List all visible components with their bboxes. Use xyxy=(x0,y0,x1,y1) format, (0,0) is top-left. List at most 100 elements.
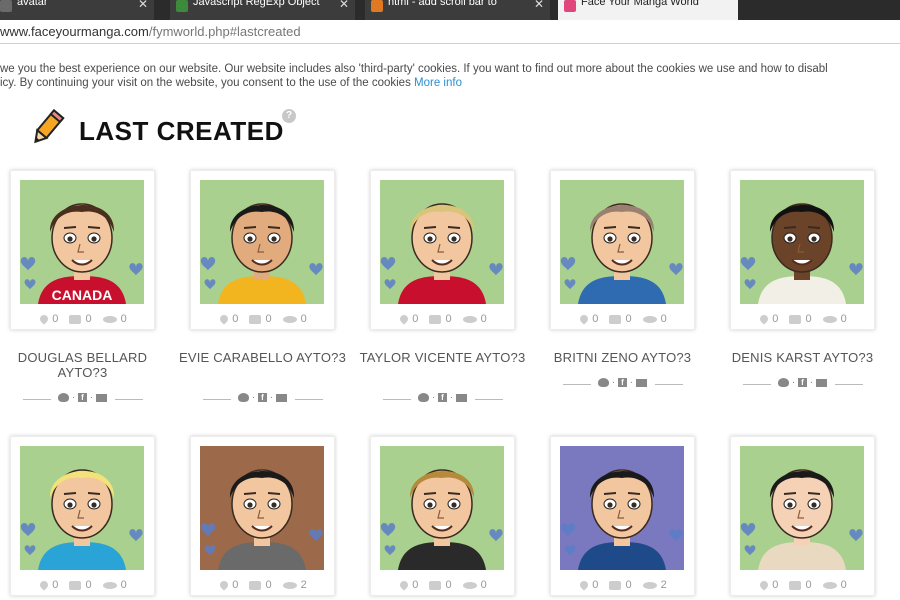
avatar-card[interactable]: 0 0 0 xyxy=(370,170,515,330)
likes-stat[interactable]: 0 xyxy=(398,579,418,591)
facebook-icon[interactable]: f xyxy=(798,378,807,387)
twitter-icon[interactable] xyxy=(58,393,70,402)
likes-stat[interactable]: 0 xyxy=(578,579,598,591)
avatar-image[interactable] xyxy=(380,180,504,304)
facebook-icon[interactable]: f xyxy=(618,378,627,387)
likes-stat[interactable]: 0 xyxy=(218,313,238,325)
avatar-card[interactable]: 0 0 0 xyxy=(190,170,335,330)
mail-icon[interactable] xyxy=(455,393,467,402)
comment-icon xyxy=(249,580,262,590)
comments-stat[interactable]: 0 xyxy=(249,579,272,591)
views-count: 0 xyxy=(660,313,667,325)
views-count: 2 xyxy=(660,579,667,591)
comments-stat[interactable]: 0 xyxy=(609,579,632,591)
avatar-stats: 0 0 0 xyxy=(371,579,516,591)
avatar-name[interactable]: BRITNI ZENO AYTO?3 xyxy=(538,350,708,365)
likes-stat[interactable]: 0 xyxy=(758,579,778,591)
comments-stat[interactable]: 0 xyxy=(789,313,812,325)
eye-icon xyxy=(822,581,837,589)
comment-icon xyxy=(429,580,442,590)
close-icon[interactable]: ✕ xyxy=(339,0,349,10)
facebook-icon[interactable]: f xyxy=(438,393,447,402)
comments-stat[interactable]: 0 xyxy=(429,579,452,591)
avatar-name[interactable]: EVIE CARABELLO AYTO?3 xyxy=(178,350,348,365)
twitter-icon[interactable] xyxy=(598,378,610,387)
heart-icon xyxy=(398,313,410,325)
avatar-card[interactable]: 0 0 0 xyxy=(370,436,515,596)
comments-stat[interactable]: 0 xyxy=(249,313,272,325)
avatar-image[interactable] xyxy=(20,446,144,570)
avatar-image[interactable] xyxy=(740,180,864,304)
likes-stat[interactable]: 0 xyxy=(758,313,778,325)
eye-icon xyxy=(822,315,837,323)
mail-icon[interactable] xyxy=(95,393,107,402)
likes-stat[interactable]: 0 xyxy=(578,313,598,325)
help-icon[interactable]: ? xyxy=(282,109,296,123)
avatar-image[interactable] xyxy=(740,446,864,570)
mail-icon[interactable] xyxy=(275,393,287,402)
likes-count: 0 xyxy=(232,579,239,591)
avatar-image[interactable] xyxy=(560,446,684,570)
avatar-card[interactable]: 0 0 2 xyxy=(190,436,335,596)
avatar-image[interactable] xyxy=(200,180,324,304)
url-host: www.faceyourmanga.com xyxy=(0,24,149,39)
facebook-icon[interactable]: f xyxy=(78,393,87,402)
avatar-image[interactable] xyxy=(380,446,504,570)
avatar-stats: 0 0 0 xyxy=(11,313,156,325)
avatar-card[interactable]: 0 0 0 xyxy=(10,436,155,596)
eye-icon xyxy=(462,581,477,589)
likes-stat[interactable]: 0 xyxy=(38,579,58,591)
close-icon[interactable]: ✕ xyxy=(534,0,544,10)
comments-stat[interactable]: 0 xyxy=(789,579,812,591)
avatar-image[interactable] xyxy=(560,180,684,304)
avatar-card[interactable]: 0 0 0 xyxy=(550,170,695,330)
section-title: LAST CREATED xyxy=(79,116,284,146)
twitter-icon[interactable] xyxy=(238,393,250,402)
separator-dot: · xyxy=(609,377,618,388)
comments-stat[interactable]: 0 xyxy=(609,313,632,325)
heart-icon xyxy=(218,313,230,325)
cookie-notice: we you the best experience on our websit… xyxy=(0,62,900,90)
tab-label: Javascript RegExp Object xyxy=(193,0,320,9)
browser-tab[interactable]: html - add scroll bar to ✕ xyxy=(365,0,550,20)
avatar-card[interactable]: 0 0 2 xyxy=(550,436,695,596)
avatar-card[interactable]: 0 0 0 xyxy=(730,170,875,330)
address-bar[interactable]: www.faceyourmanga.com/fymworld.php#lastc… xyxy=(0,20,900,44)
views-stat: 2 xyxy=(642,579,667,591)
avatar-stats: 0 0 0 xyxy=(191,313,336,325)
browser-tab-active[interactable]: Face Your Manga World xyxy=(558,0,738,20)
twitter-icon[interactable] xyxy=(418,393,430,402)
mail-icon[interactable] xyxy=(815,378,827,387)
separator-dot: · xyxy=(627,377,636,388)
likes-stat[interactable]: 0 xyxy=(398,313,418,325)
avatar-image[interactable] xyxy=(200,446,324,570)
page-icon xyxy=(371,0,383,13)
likes-stat[interactable]: 0 xyxy=(218,579,239,591)
avatar-card[interactable]: CANADA 0 0 0 xyxy=(10,170,155,330)
mail-icon[interactable] xyxy=(635,378,647,387)
comment-icon xyxy=(69,580,82,590)
avatar-image[interactable]: CANADA xyxy=(20,180,144,304)
browser-tab[interactable]: avatar ✕ xyxy=(0,0,154,20)
views-count: 0 xyxy=(120,579,127,591)
url-text[interactable]: www.faceyourmanga.com/fymworld.php#lastc… xyxy=(0,24,301,39)
avatar-name[interactable]: TAYLOR VICENTE AYTO?3 xyxy=(358,350,528,365)
eye-icon xyxy=(642,581,657,589)
more-info-link[interactable]: More info xyxy=(414,77,462,89)
share-icons: · f · xyxy=(373,392,513,403)
likes-stat[interactable]: 0 xyxy=(38,313,58,325)
close-icon[interactable]: ✕ xyxy=(138,0,148,10)
facebook-icon[interactable]: f xyxy=(258,393,267,402)
avatar-name[interactable]: DENIS KARST AYTO?3 xyxy=(718,350,888,365)
comments-stat[interactable]: 0 xyxy=(69,313,92,325)
comments-stat[interactable]: 0 xyxy=(429,313,452,325)
page-icon xyxy=(176,0,188,13)
share-bar: · f · xyxy=(553,377,693,391)
twitter-icon[interactable] xyxy=(778,378,790,387)
browser-tab[interactable]: Javascript RegExp Object ✕ xyxy=(170,0,355,20)
avatar-card[interactable]: 0 0 0 xyxy=(730,436,875,596)
comment-icon xyxy=(789,580,802,590)
comments-stat[interactable]: 0 xyxy=(69,579,92,591)
separator-dot: · xyxy=(429,392,438,403)
avatar-name[interactable]: DOUGLAS BELLARD AYTO?3 xyxy=(0,350,168,380)
